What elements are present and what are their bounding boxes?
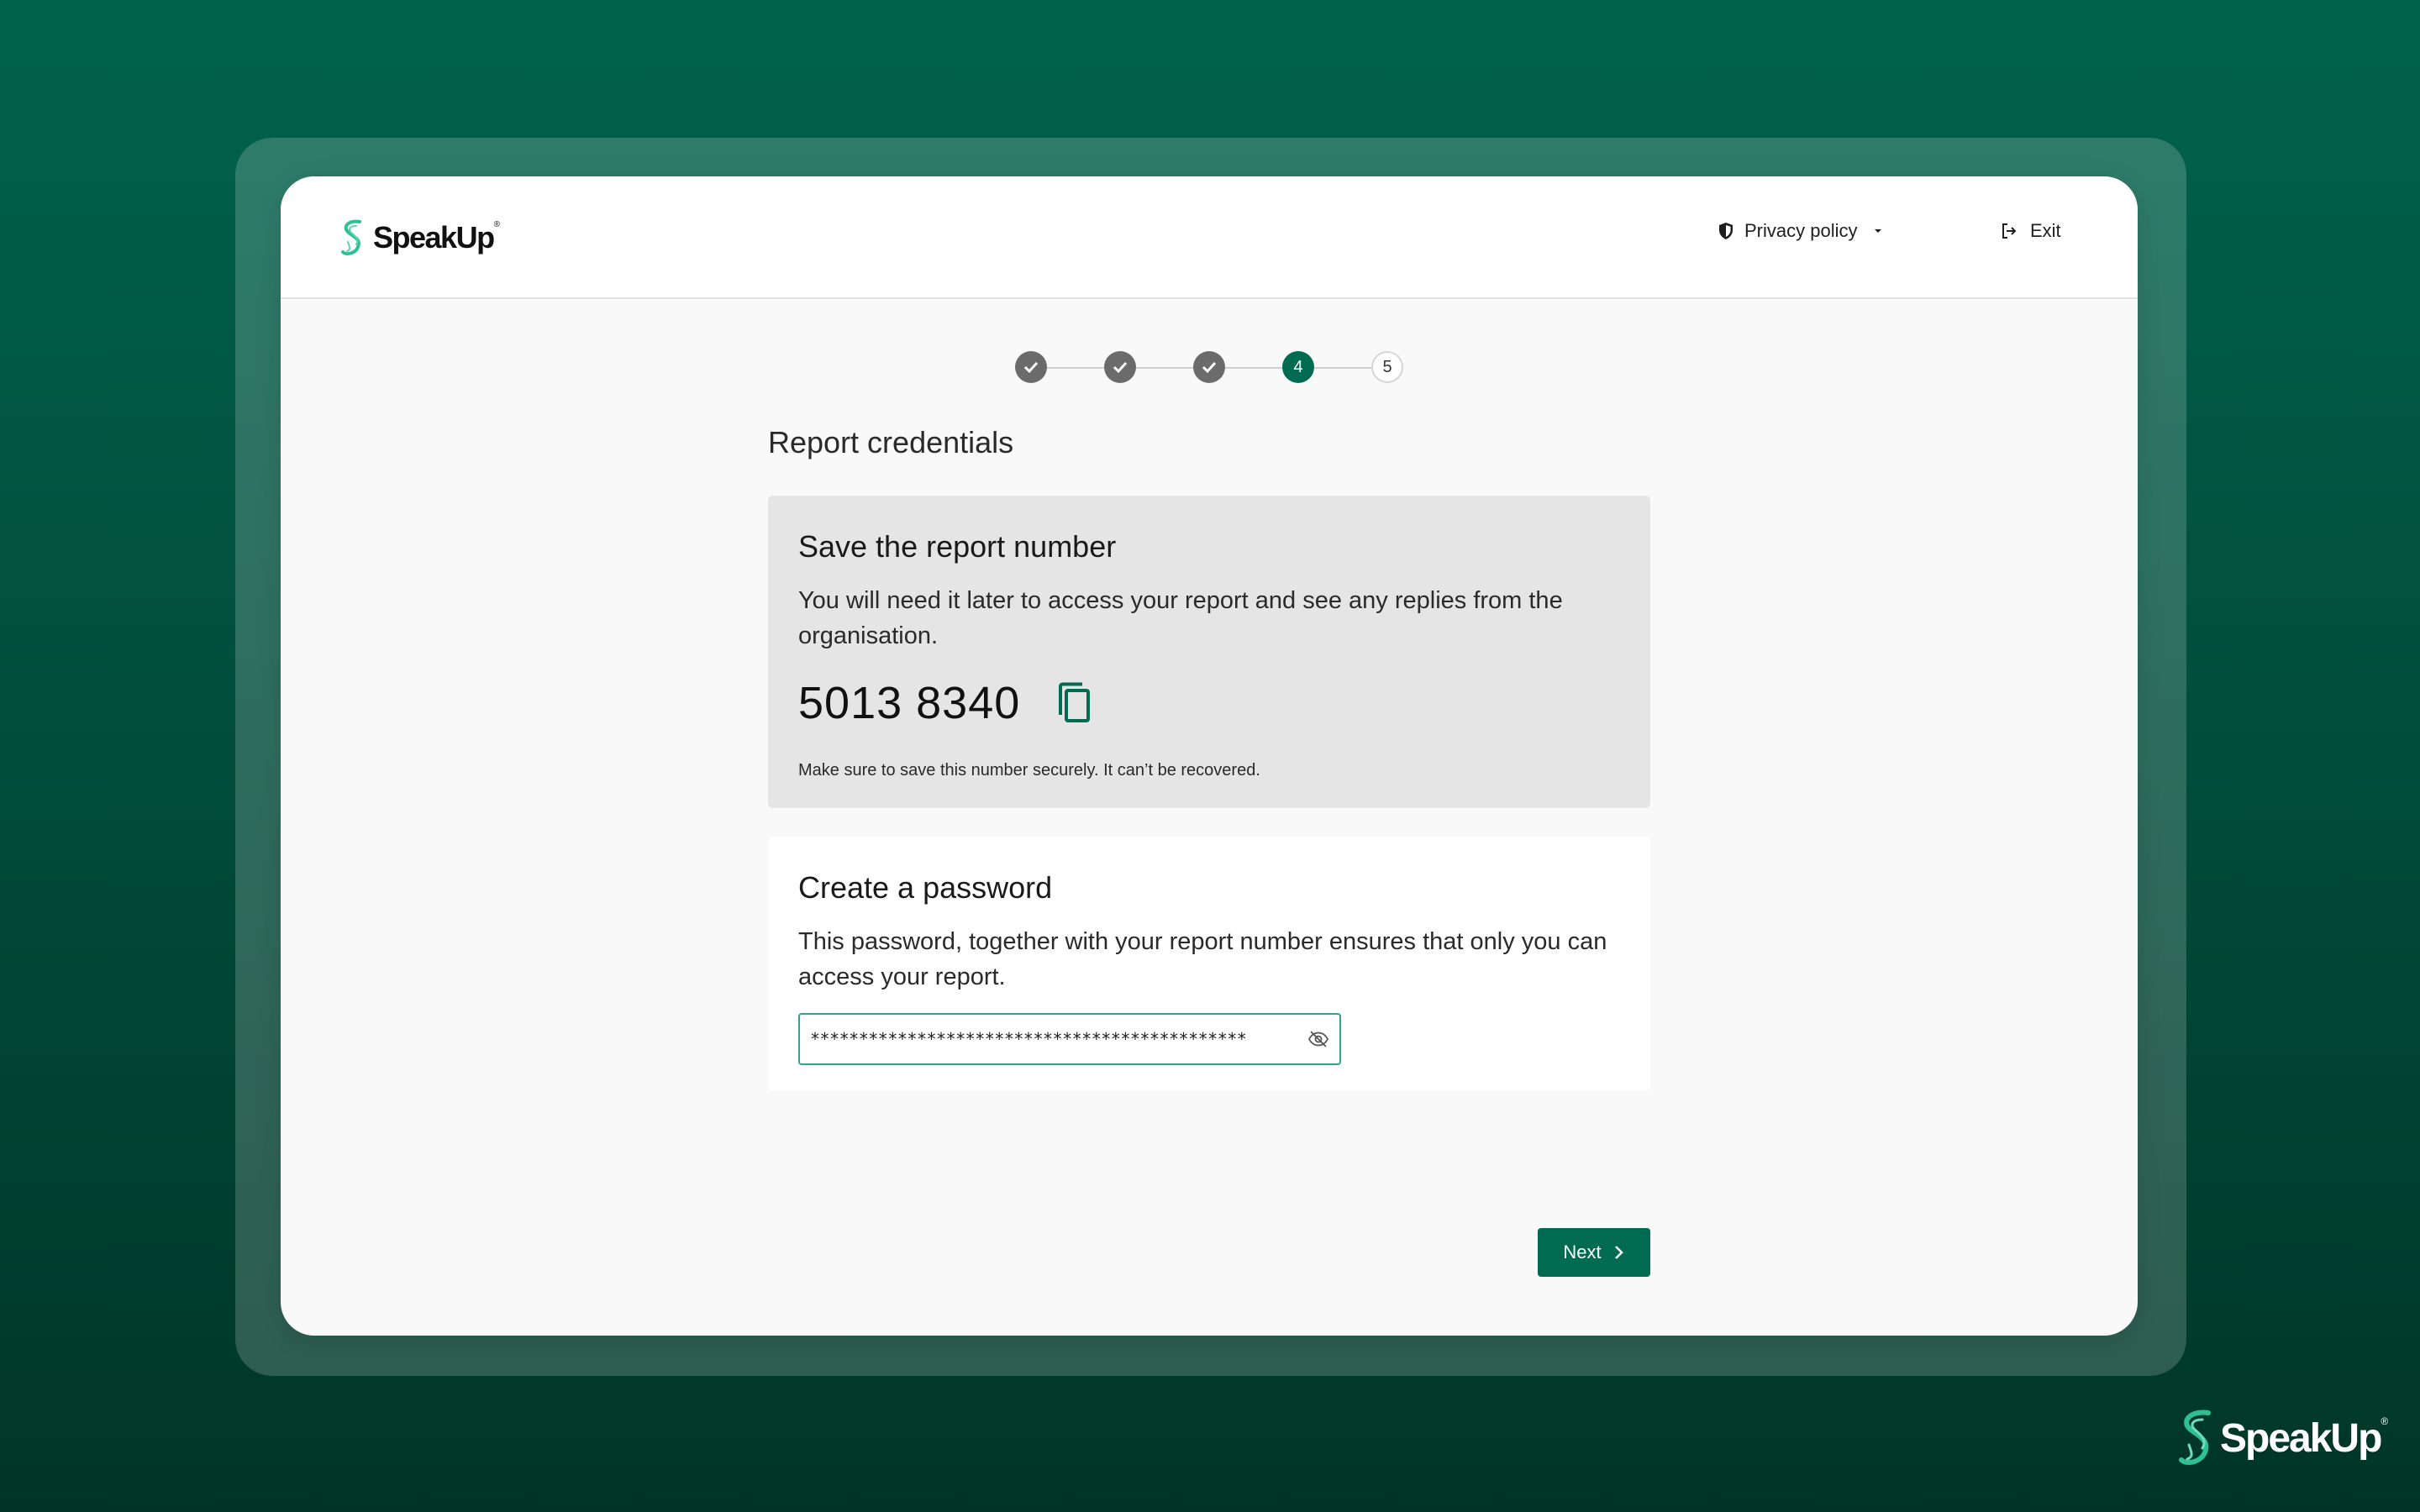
- check-icon: [1113, 361, 1128, 374]
- create-password-description: This password, together with your report…: [798, 928, 1607, 990]
- password-input[interactable]: [800, 1015, 1287, 1063]
- report-number-title: Save the report number: [798, 529, 1117, 564]
- step-connector: [1314, 367, 1371, 369]
- step-3[interactable]: [1193, 351, 1225, 383]
- report-number: 5013 8340: [798, 678, 1021, 728]
- shield-icon: [1719, 223, 1733, 239]
- step-number: 4: [1293, 357, 1303, 376]
- step-2[interactable]: [1104, 351, 1136, 383]
- copy-icon[interactable]: [1054, 681, 1094, 725]
- step-5: 5: [1371, 351, 1403, 383]
- step-connector: [1047, 367, 1104, 369]
- corner-speakup-logo: SpeakUp®: [2176, 1408, 2388, 1468]
- speakup-wordmark: SpeakUp®: [373, 220, 500, 255]
- next-button[interactable]: Next: [1538, 1228, 1650, 1277]
- report-number-row: 5013 8340: [798, 677, 1620, 729]
- exit-label: Exit: [2030, 220, 2061, 241]
- step-number: 5: [1382, 357, 1392, 376]
- step-connector: [1225, 367, 1282, 369]
- chevron-right-icon: [1614, 1246, 1623, 1259]
- speakup-logo-icon: [341, 219, 361, 255]
- progress-stepper: 4 5: [1015, 351, 1403, 385]
- create-password-title: Create a password: [798, 870, 1053, 905]
- eye-off-icon[interactable]: [1307, 1030, 1329, 1048]
- speakup-logo[interactable]: SpeakUp®: [339, 218, 500, 257]
- step-4: 4: [1282, 351, 1314, 383]
- next-label: Next: [1563, 1242, 1602, 1263]
- report-number-note: Make sure to save this number securely. …: [798, 761, 1260, 780]
- step-connector: [1136, 367, 1193, 369]
- privacy-policy-label: Privacy policy: [1744, 220, 1858, 241]
- check-icon: [1202, 361, 1217, 374]
- speakup-wordmark: SpeakUp®: [2220, 1415, 2388, 1461]
- exit-icon: [2002, 223, 2017, 239]
- report-number-description: You will need it later to access your re…: [798, 587, 1563, 649]
- exit-button[interactable]: Exit: [2000, 220, 2061, 242]
- page-title: Report credentials: [768, 425, 1014, 459]
- caret-down-icon: [1875, 229, 1882, 233]
- top-bar: SpeakUp® Privacy policy Exit: [281, 176, 2138, 299]
- create-password-card: Create a password This password, togethe…: [768, 837, 1650, 1090]
- app-window: SpeakUp® Privacy policy Exit 4 5 Report …: [281, 176, 2138, 1336]
- speakup-logo-icon: [2179, 1410, 2211, 1465]
- privacy-policy-menu[interactable]: Privacy policy: [1718, 220, 1884, 242]
- check-icon: [1023, 361, 1039, 374]
- step-1[interactable]: [1015, 351, 1047, 383]
- password-field: [798, 1013, 1341, 1065]
- report-number-card: Save the report number You will need it …: [768, 496, 1650, 808]
